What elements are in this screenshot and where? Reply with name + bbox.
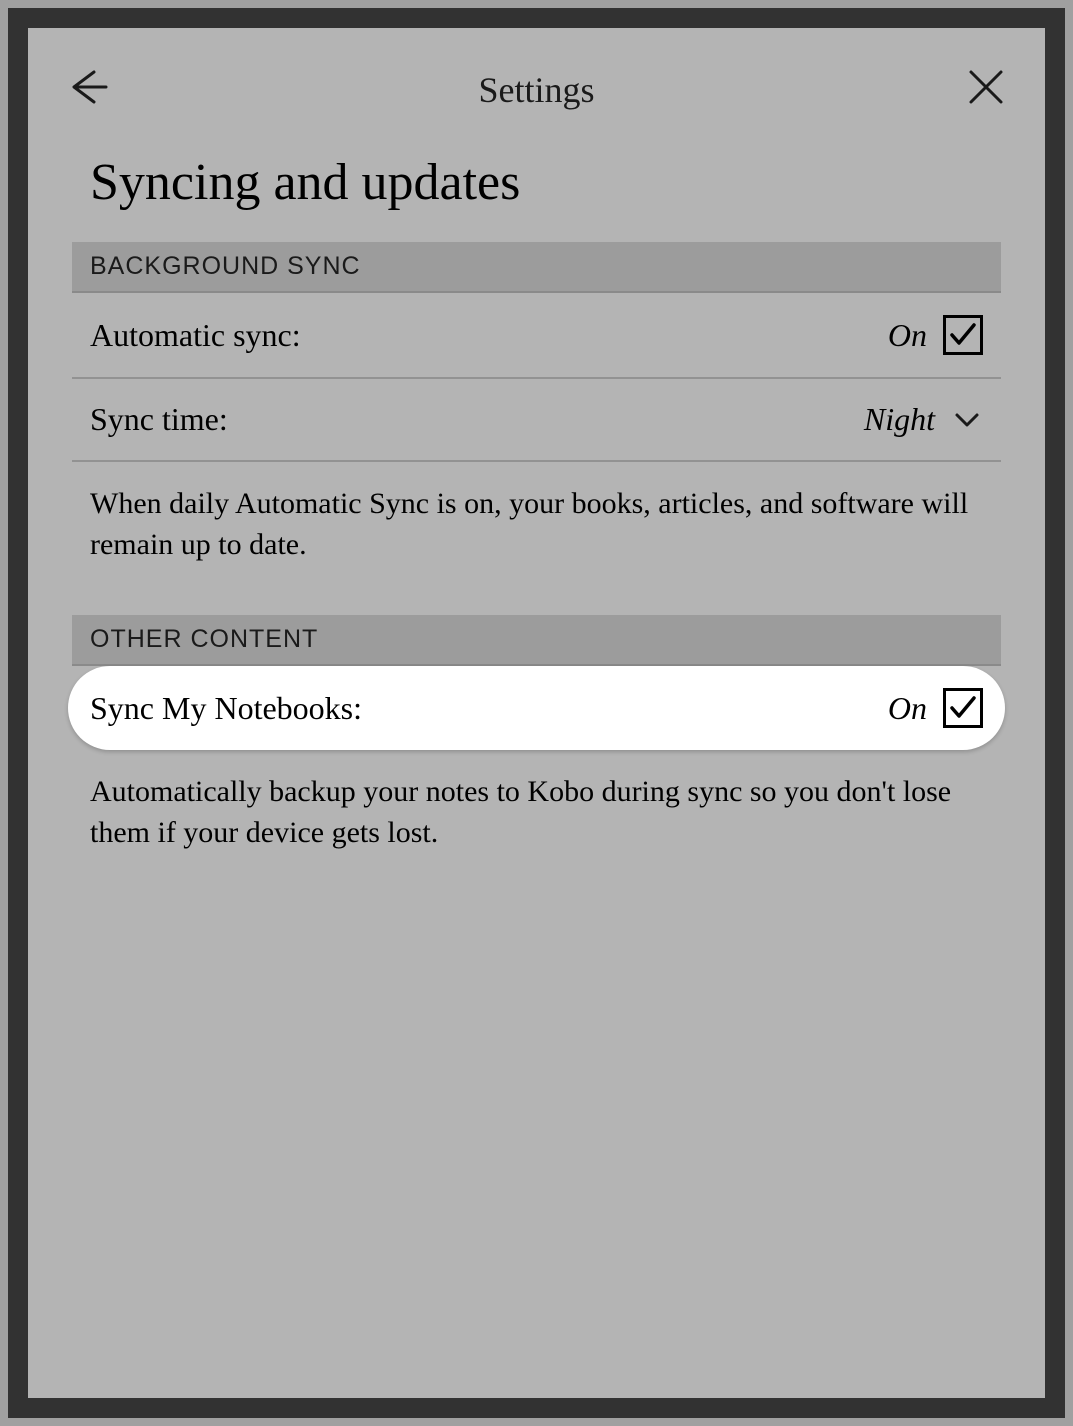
section-header-other-content: OTHER CONTENT (72, 615, 1001, 666)
automatic-sync-value: On (888, 317, 927, 354)
automatic-sync-label: Automatic sync: (90, 317, 301, 354)
section-header-background-sync: BACKGROUND SYNC (72, 242, 1001, 293)
background-sync-description: When daily Automatic Sync is on, your bo… (28, 462, 1045, 605)
checkmark-icon (948, 693, 978, 723)
row-sync-time[interactable]: Sync time: Night (72, 379, 1001, 462)
header-title: Settings (478, 69, 594, 111)
sync-time-dropdown[interactable] (951, 404, 983, 436)
checkmark-icon (948, 320, 978, 350)
close-button[interactable] (965, 66, 1007, 113)
back-arrow-icon (66, 66, 108, 108)
sync-notebooks-value: On (888, 690, 927, 727)
row-automatic-sync[interactable]: Automatic sync: On (72, 293, 1001, 379)
chevron-down-icon (951, 404, 983, 436)
other-content-description: Automatically backup your notes to Kobo … (28, 750, 1045, 893)
header-bar: Settings (28, 28, 1045, 133)
back-button[interactable] (66, 66, 108, 113)
page-title: Syncing and updates (28, 133, 1045, 242)
sync-time-value: Night (864, 401, 935, 438)
close-icon (965, 66, 1007, 108)
sync-notebooks-checkbox[interactable] (943, 688, 983, 728)
automatic-sync-checkbox[interactable] (943, 315, 983, 355)
sync-notebooks-label: Sync My Notebooks: (90, 690, 362, 727)
row-sync-notebooks[interactable]: Sync My Notebooks: On (68, 666, 1005, 750)
sync-time-label: Sync time: (90, 401, 228, 438)
